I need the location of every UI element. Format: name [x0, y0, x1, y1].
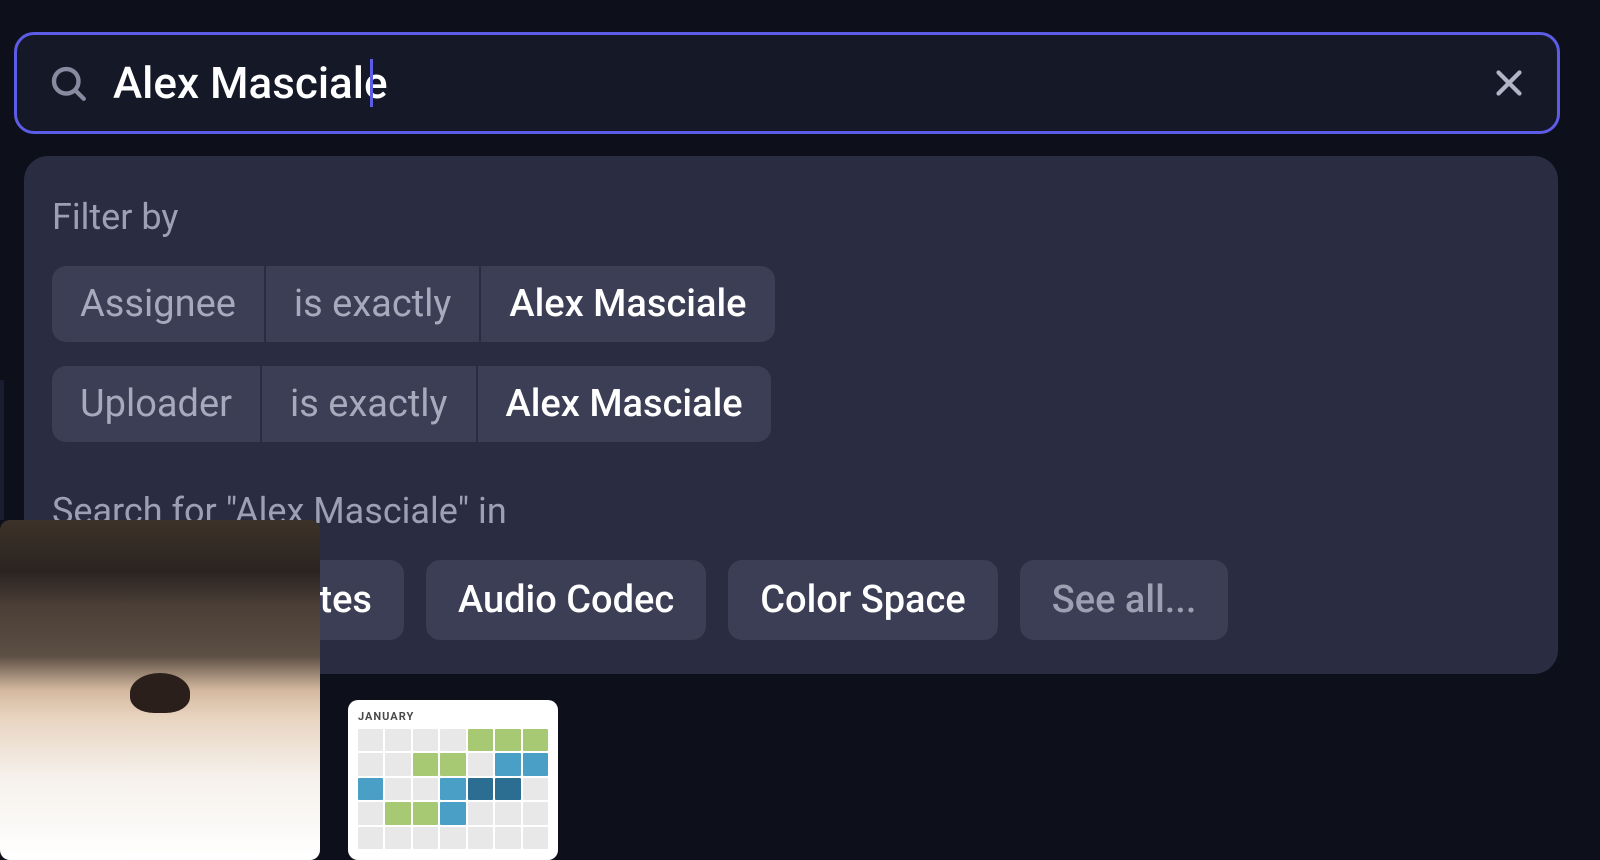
thumbnail-portrait[interactable] — [0, 520, 320, 860]
calendar-month-label: JANUARY — [358, 710, 548, 723]
filter-operator: is exactly — [266, 266, 482, 342]
scope-see-all-button[interactable]: See all... — [1020, 560, 1229, 640]
left-edge-divider — [0, 380, 4, 520]
filter-option-uploader[interactable]: Uploader is exactly Alex Masciale — [52, 366, 1530, 442]
close-icon[interactable] — [1491, 65, 1527, 101]
filter-field: Assignee — [52, 266, 266, 342]
search-input-text: Alex Masciale — [113, 57, 388, 109]
search-bar[interactable]: Alex Masciale — [14, 32, 1560, 134]
filter-operator: is exactly — [262, 366, 478, 442]
search-input-wrapper[interactable]: Alex Masciale — [89, 57, 1491, 109]
filter-value: Alex Masciale — [481, 266, 774, 342]
thumbnail-calendar[interactable]: JANUARY — [348, 700, 558, 860]
thumbnails-row: JANUARY — [0, 520, 558, 860]
calendar-grid — [358, 729, 548, 849]
scope-color-space-button[interactable]: Color Space — [728, 560, 998, 640]
filter-field: Uploader — [52, 366, 262, 442]
search-icon — [47, 62, 89, 104]
text-cursor — [370, 59, 373, 107]
filter-by-label: Filter by — [52, 196, 1530, 238]
filter-option-assignee[interactable]: Assignee is exactly Alex Masciale — [52, 266, 1530, 342]
filter-value: Alex Masciale — [478, 366, 771, 442]
